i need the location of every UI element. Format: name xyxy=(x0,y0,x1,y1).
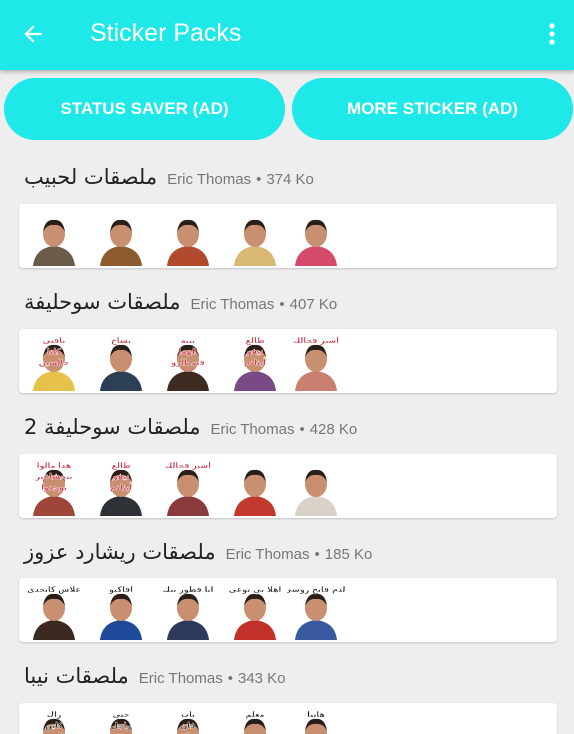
sticker-caption: هانيا xyxy=(307,710,325,719)
sticker-thumbnail[interactable]: باتفانملك xyxy=(159,707,217,734)
more-sticker-button[interactable]: MORE STICKER (AD) xyxy=(292,78,573,140)
separator-dot: • xyxy=(256,171,262,188)
sticker-caption: كلنا xyxy=(47,347,62,356)
status-saver-button[interactable]: STATUS SAVER (AD) xyxy=(4,78,285,140)
sticker-thumbnail[interactable]: يافتي كلنا حالسين xyxy=(25,333,83,391)
sticker-thumbnail[interactable]: معلم xyxy=(226,707,284,734)
sticker-caption: حنى xyxy=(112,710,129,719)
arrow-left-icon[interactable] xyxy=(20,21,46,47)
pack-size: 343 Ko xyxy=(237,670,286,687)
sticker-caption: علاش كاتحدي xyxy=(27,585,81,595)
sticker-caption: الهما xyxy=(178,347,198,356)
sticker-caption: نيفو xyxy=(245,347,263,356)
pack-name: ملصقات ريشارد عزوز xyxy=(24,540,216,564)
sticker-caption: فصطارو xyxy=(170,358,205,367)
sticker-thumbnail[interactable]: راككاينالعود xyxy=(25,707,83,734)
pack-author: Eric Thomas xyxy=(210,421,295,438)
sticker-thumbnail[interactable]: حنى راجل xyxy=(92,707,150,734)
app-bar: Sticker Packs xyxy=(0,0,574,70)
separator-dot: • xyxy=(299,421,305,438)
sticker-caption: كاين xyxy=(45,721,63,730)
sticker-preview-card[interactable] xyxy=(19,204,557,268)
sticker-preview-card[interactable]: راككاينالعودحنىراجلباتفانملكمعلمهانيا xyxy=(19,703,557,734)
sticker-thumbnail[interactable]: اهلا بي توعي xyxy=(226,582,284,640)
sticker-thumbnail[interactable] xyxy=(159,208,217,266)
sticker-preview-card[interactable]: هدا مالوا يتحشاغير بوحدوا طالع نيفو أبنادم أسي… xyxy=(19,454,557,518)
sticker-thumbnail[interactable]: علاش كاتحدي xyxy=(25,582,83,640)
pack-header[interactable]: ملصقات لحبيب Eric Thomas • 374 Ko xyxy=(24,165,314,195)
pack-author: Eric Thomas xyxy=(138,670,223,687)
pack-header[interactable]: ملصقات نيبا Eric Thomas • 343 Ko xyxy=(24,664,286,694)
pack-size: 374 Ko xyxy=(266,171,314,188)
sticker-caption: بشاخ xyxy=(111,336,131,345)
sticker-thumbnail[interactable]: هانيا xyxy=(287,707,345,734)
pack-header[interactable]: ملصقات سوحليفة Eric Thomas • 407 Ko xyxy=(24,290,337,320)
sticker-caption: فان xyxy=(180,721,195,730)
more-vertical-icon[interactable] xyxy=(542,22,562,46)
sticker-thumbnail[interactable]: أسير فحالك xyxy=(159,458,217,516)
sticker-caption: معلم xyxy=(245,710,264,719)
pack-name: ملصقات سوحليفة xyxy=(24,290,181,314)
sticker-caption: راك xyxy=(47,710,62,719)
sticker-caption: الدم فاتح روسي xyxy=(287,585,345,594)
sticker-thumbnail[interactable] xyxy=(226,208,284,266)
pack-author: Eric Thomas xyxy=(167,171,252,188)
page-title: Sticker Packs xyxy=(90,19,242,47)
pack-name: ملصقات لحبيب xyxy=(24,165,158,189)
sticker-caption: هدا مالوا xyxy=(37,461,72,470)
pack-size: 185 Ko xyxy=(324,546,373,563)
pack-author: Eric Thomas xyxy=(225,546,310,563)
sticker-thumbnail[interactable]: هدا مالوا يتحشاغير بوحدوا xyxy=(25,458,83,516)
sticker-thumbnail[interactable]: نيبة الهما فصطارو xyxy=(159,333,217,391)
pack-author: Eric Thomas xyxy=(190,296,275,313)
sticker-thumbnail[interactable] xyxy=(226,458,284,516)
sticker-thumbnail[interactable]: افاكيو xyxy=(92,582,150,640)
pack-header[interactable]: ملصقات سوحليفة 2 Eric Thomas • 428 Ko xyxy=(24,415,357,445)
sticker-thumbnail[interactable] xyxy=(25,208,83,266)
sticker-caption: بوحدوا xyxy=(41,483,67,492)
pack-header[interactable]: ملصقات ريشارد عزوز Eric Thomas • 185 Ko xyxy=(24,540,372,570)
sticker-caption: نيفو xyxy=(111,472,129,481)
pack-size: 428 Ko xyxy=(309,421,358,438)
separator-dot: • xyxy=(314,546,320,563)
sticker-caption: بات xyxy=(181,710,195,719)
sticker-thumbnail[interactable]: انا فطور بيك xyxy=(159,582,217,640)
pack-name: ملصقات سوحليفة 2 xyxy=(24,415,201,439)
sticker-caption: طالع xyxy=(245,336,264,345)
sticker-thumbnail[interactable]: الدم فاتح روسي xyxy=(287,582,345,640)
pack-size: 407 Ko xyxy=(289,296,338,313)
sticker-caption: يافتي xyxy=(43,336,66,345)
sticker-caption: نيبة xyxy=(181,336,195,345)
sticker-thumbnail[interactable]: أسير فحالك xyxy=(287,333,345,391)
sticker-caption: يتحشاغير xyxy=(35,472,73,481)
sticker-preview-card[interactable]: علاش كاتحدي افاكيو انا فطور بيك اهلا بي توع… xyxy=(19,578,557,642)
sticker-thumbnail[interactable]: بشاخ xyxy=(92,333,150,391)
sticker-thumbnail[interactable] xyxy=(92,208,150,266)
sticker-thumbnail[interactable] xyxy=(287,458,345,516)
sticker-caption: أبنادم xyxy=(110,482,132,492)
sticker-caption: انا فطور بيك xyxy=(163,585,214,594)
sticker-caption: أسير فحالك xyxy=(165,460,211,470)
separator-dot: • xyxy=(227,670,233,687)
sticker-caption: أبنادم xyxy=(244,357,266,367)
sticker-thumbnail[interactable]: طالع نيفوأبنادم xyxy=(226,333,284,391)
sticker-caption: طالع xyxy=(111,461,130,470)
sticker-caption: راجل xyxy=(111,721,132,730)
sticker-thumbnail[interactable]: طالع نيفوأبنادم xyxy=(92,458,150,516)
sticker-caption: أسير فحالك xyxy=(293,335,339,345)
sticker-preview-card[interactable]: يافتي كلنا حالسين بشاخ نيبة الهما فصطارو طالع ني… xyxy=(19,329,557,393)
sticker-caption: افاكيو xyxy=(108,585,133,594)
sticker-caption: حالسين xyxy=(39,358,70,367)
separator-dot: • xyxy=(279,296,285,313)
sticker-caption: اهلا بي توعي xyxy=(229,585,282,594)
pack-name: ملصقات نيبا xyxy=(24,664,129,688)
sticker-thumbnail[interactable] xyxy=(287,208,345,266)
